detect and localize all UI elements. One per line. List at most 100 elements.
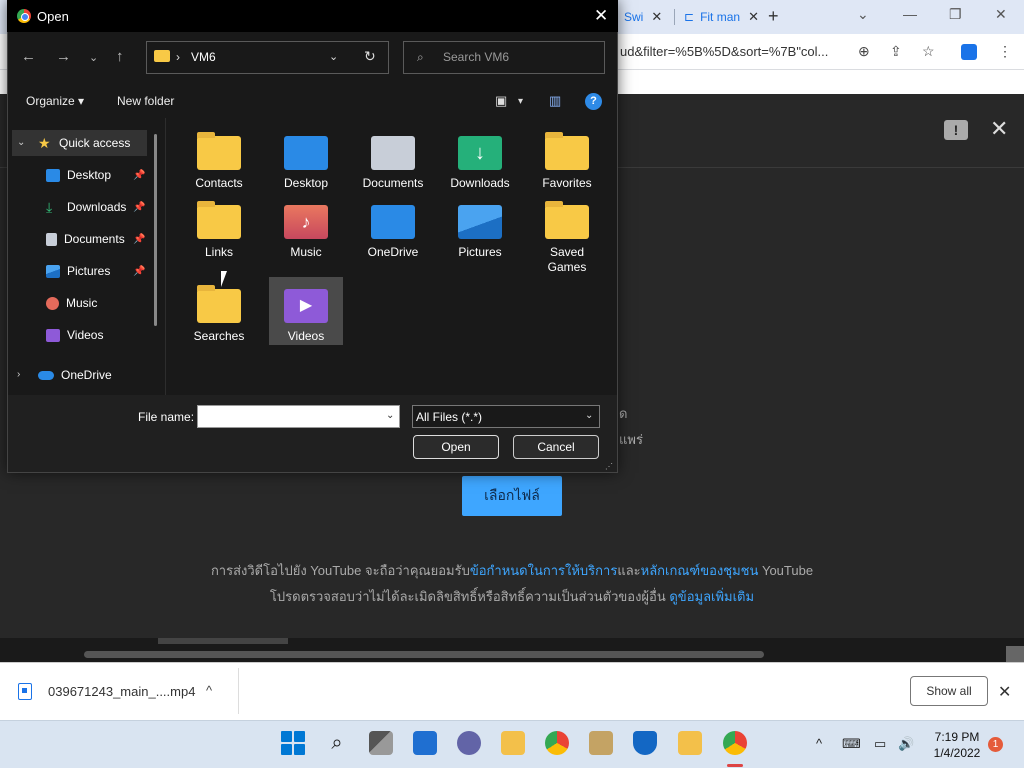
file-explorer-icon[interactable] <box>501 731 525 755</box>
chrome-active-icon[interactable] <box>723 731 747 755</box>
defender-shield-icon[interactable] <box>633 731 657 755</box>
dialog-title-bar[interactable]: Open <box>7 0 618 32</box>
tab-search-icon[interactable]: ⌄ <box>857 6 869 23</box>
nav-item-music[interactable]: Music <box>46 296 97 310</box>
volume-icon[interactable]: 🔊 <box>898 736 914 752</box>
notification-badge[interactable]: 1 <box>988 737 1003 752</box>
new-tab-button[interactable]: + <box>768 6 779 27</box>
cancel-button[interactable]: Cancel <box>513 435 599 459</box>
back-arrow-icon[interactable]: ← <box>21 48 36 65</box>
upload-close-icon[interactable]: ✕ <box>990 116 1008 142</box>
recent-locations-chevron-icon[interactable]: ⌄ <box>89 51 98 64</box>
chat-icon[interactable] <box>457 731 481 755</box>
share-icon[interactable]: ⇪ <box>890 43 902 60</box>
learn-more-link[interactable]: ดูข้อมูลเพิ่มเติม <box>669 589 754 604</box>
menu-dots-icon[interactable]: ⋮ <box>998 43 1012 60</box>
folder-searches[interactable]: Searches <box>182 277 256 345</box>
folder-documents[interactable]: Documents <box>356 124 430 192</box>
file-name-input[interactable] <box>197 405 400 428</box>
download-separator <box>238 668 239 714</box>
nav-item-pictures[interactable]: Pictures <box>46 264 110 278</box>
view-options-icon[interactable]: ▣ <box>495 93 507 109</box>
nav-item-videos[interactable]: Videos <box>46 328 103 342</box>
new-folder-button[interactable]: New folder <box>117 94 174 108</box>
forward-arrow-icon[interactable]: → <box>56 48 71 65</box>
nav-label: OneDrive <box>61 368 112 382</box>
browser-tab-1[interactable]: Swi ✕ <box>624 3 668 31</box>
breadcrumb-vm6[interactable]: VM6 <box>191 50 216 64</box>
nav-item-quick-access[interactable]: ★ Quick access <box>38 136 130 151</box>
keyboard-icon[interactable]: ⌨ <box>842 736 861 752</box>
view-options-chevron-icon[interactable]: ▾ <box>518 96 523 107</box>
download-bar-close-icon[interactable]: ✕ <box>998 682 1011 702</box>
download-options-chevron-icon[interactable]: ^ <box>206 683 212 698</box>
quick-access-expand-icon[interactable]: ⌄ <box>17 137 25 148</box>
refresh-icon[interactable]: ↻ <box>364 48 376 65</box>
nav-item-onedrive[interactable]: OneDrive <box>38 368 112 382</box>
onedrive-expand-icon[interactable]: › <box>17 369 20 380</box>
nav-label: Documents <box>64 232 125 246</box>
task-view-icon[interactable] <box>369 731 393 755</box>
folder-links[interactable]: Links <box>182 193 256 261</box>
widgets-icon[interactable] <box>413 731 437 755</box>
browser-tab-2-close-icon[interactable]: ✕ <box>748 9 759 25</box>
folder-app-icon[interactable] <box>678 731 702 755</box>
nav-item-documents[interactable]: Documents <box>46 232 125 246</box>
browser-tab-1-label: Swi <box>624 10 644 24</box>
folder-contacts[interactable]: Contacts <box>182 124 256 192</box>
minimize-button[interactable]: — <box>903 6 917 22</box>
nav-label: Desktop <box>67 168 112 182</box>
tray-overflow-chevron-icon[interactable]: ^ <box>816 736 822 751</box>
path-dropdown-chevron-icon[interactable]: ⌄ <box>329 50 338 63</box>
nav-item-downloads[interactable]: ⤓ Downloads <box>46 200 126 215</box>
documents-folder-icon <box>371 136 415 170</box>
file-name-dropdown-icon[interactable]: ⌄ <box>386 410 394 421</box>
folder-desktop[interactable]: Desktop <box>269 124 343 192</box>
folder-onedrive[interactable]: OneDrive <box>356 193 430 261</box>
folder-pictures[interactable]: Pictures <box>443 193 517 261</box>
bookmark-star-icon[interactable]: ☆ <box>922 43 935 60</box>
open-button[interactable]: Open <box>413 435 499 459</box>
terms-line-1: การส่งวิดีโอไปยัง YouTube จะถือว่าคุณยอม… <box>0 560 1024 581</box>
resize-grip-icon[interactable]: ⋰ <box>605 462 613 471</box>
dialog-close-icon[interactable]: ✕ <box>594 6 608 26</box>
horizontal-scrollbar[interactable] <box>84 651 764 658</box>
browser-tab-2[interactable]: ⊏ Fit man ✕ <box>684 3 764 31</box>
chrome-icon[interactable] <box>545 731 569 755</box>
restore-button[interactable]: ❐ <box>949 6 962 23</box>
up-arrow-icon[interactable]: ↑ <box>116 48 124 65</box>
start-button-icon[interactable] <box>281 731 305 755</box>
feedback-icon[interactable]: ! <box>944 120 968 140</box>
show-all-button[interactable]: Show all <box>910 676 988 706</box>
folder-favorites[interactable]: Favorites <box>530 124 604 192</box>
scroll-corner <box>1006 646 1024 662</box>
folder-downloads[interactable]: ↓ Downloads <box>443 124 517 192</box>
organize-button[interactable]: Organize ▾ <box>26 94 84 108</box>
zoom-icon[interactable]: ⊕ <box>858 43 870 60</box>
community-guidelines-link[interactable]: หลักเกณฑ์ของชุมชน <box>641 563 759 578</box>
url-text[interactable]: ud&filter=%5B%5D&sort=%7B"col... <box>620 44 828 59</box>
mouse-cursor <box>221 271 233 287</box>
select-files-button[interactable]: เลือกไฟล์ <box>462 476 562 516</box>
preview-pane-icon[interactable]: ▥ <box>549 93 561 109</box>
store-icon[interactable] <box>589 731 613 755</box>
upload-heading-fragment: ด <box>619 406 628 421</box>
pictures-folder-icon <box>458 205 502 239</box>
download-item[interactable]: 039671243_main_....mp4 <box>18 683 195 700</box>
clock[interactable]: 7:19 PM 1/4/2022 <box>922 729 992 761</box>
folder-music[interactable]: ♪ Music <box>269 193 343 261</box>
file-type-chevron-icon[interactable]: ⌄ <box>585 410 593 421</box>
address-path-box[interactable] <box>146 41 389 74</box>
extension-icon[interactable] <box>961 44 977 60</box>
network-icon[interactable]: ▭ <box>874 736 886 752</box>
browser-tab-1-close-icon[interactable]: ✕ <box>651 9 662 25</box>
folder-saved-games[interactable]: Saved Games <box>530 193 604 277</box>
window-close-button[interactable]: ✕ <box>995 6 1007 23</box>
terms-of-service-link[interactable]: ข้อกำหนดในการให้บริการ <box>470 563 617 578</box>
help-icon[interactable]: ? <box>585 93 602 110</box>
nav-item-desktop[interactable]: Desktop <box>46 168 111 182</box>
search-icon[interactable]: ⌕ <box>325 731 349 755</box>
videos-icon <box>46 328 60 342</box>
folder-videos[interactable]: ▶ Videos <box>269 277 343 345</box>
nav-pane-scrollbar[interactable] <box>154 134 157 326</box>
